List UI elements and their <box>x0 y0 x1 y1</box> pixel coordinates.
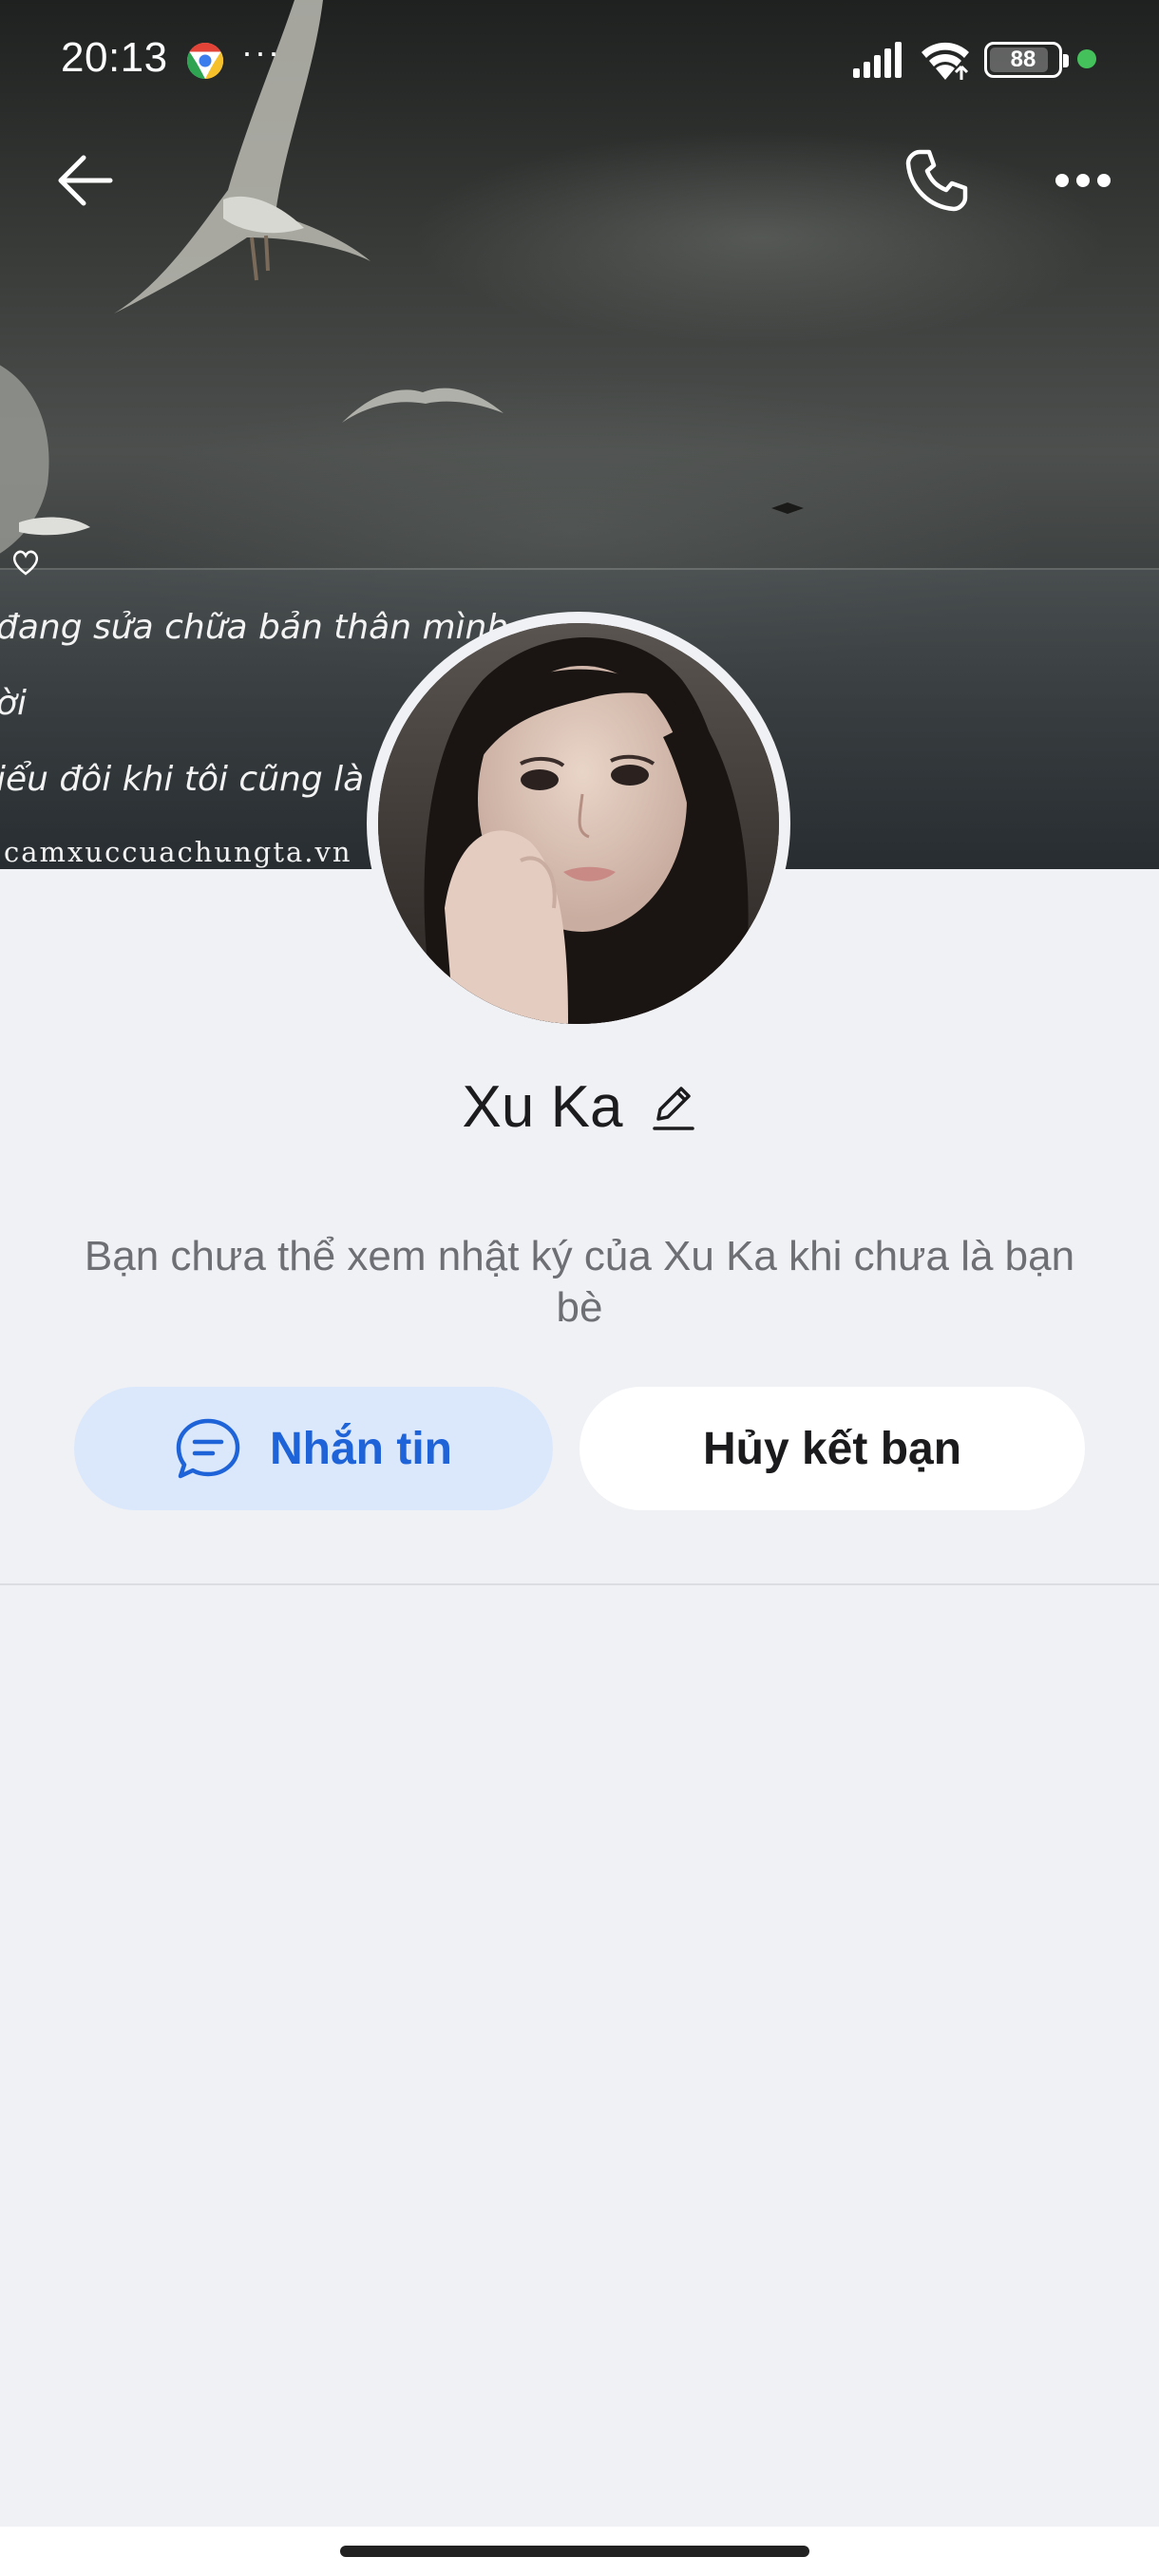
cover-watermark: camxuccuachungta.vn <box>4 836 352 868</box>
diary-privacy-notice: Bạn chưa thể xem nhật ký của Xu Ka khi c… <box>84 1233 1075 1331</box>
profile-name-row: Xu Ka <box>0 1073 1159 1141</box>
chat-bubble-icon <box>176 1418 240 1479</box>
avatar-ring <box>367 612 790 1035</box>
more-options-button[interactable] <box>1036 133 1130 228</box>
seagull-small-image <box>342 388 504 423</box>
avatar-photo <box>378 623 779 1024</box>
battery-icon: 88 <box>984 42 1069 78</box>
profile-name: Xu Ka <box>462 1074 623 1140</box>
section-divider <box>0 1583 1159 1585</box>
back-button[interactable] <box>38 133 133 228</box>
privacy-indicator-dot <box>1077 49 1096 68</box>
signal-icon <box>853 42 902 78</box>
distant-bird-image <box>771 502 804 514</box>
message-button-label: Nhắn tin <box>270 1423 452 1474</box>
heart-icon <box>12 550 39 576</box>
unfriend-button[interactable]: Hủy kết bạn <box>580 1387 1085 1510</box>
status-bar: 20:13 ··· 88 <box>0 0 1159 123</box>
cover-caption-line-3: iểu đôi khi tôi cũng là mộ <box>0 760 429 799</box>
wifi-icon <box>922 42 969 80</box>
edit-name-icon[interactable] <box>651 1083 696 1132</box>
back-arrow-icon <box>58 155 113 206</box>
call-button[interactable] <box>889 133 984 228</box>
status-more-icon: ··· <box>241 32 281 71</box>
more-horizontal-icon <box>1055 174 1111 187</box>
avatar[interactable] <box>378 623 779 1024</box>
top-nav <box>0 133 1159 237</box>
status-time: 20:13 <box>61 34 168 81</box>
profile-screen: đang sửa chữa bản thân mình, ời iểu đôi … <box>0 0 1159 2576</box>
battery-nub <box>1063 54 1069 67</box>
phone-call-icon <box>905 149 968 212</box>
cover-caption-line-1: đang sửa chữa bản thân mình, <box>0 608 520 647</box>
seagull-left-image <box>0 365 90 554</box>
cover-caption-line-2: ời <box>0 684 28 723</box>
battery-level: 88 <box>1010 47 1036 72</box>
cover-horizon <box>0 568 1159 570</box>
chrome-icon <box>186 42 224 80</box>
message-button[interactable]: Nhắn tin <box>74 1387 553 1510</box>
home-indicator[interactable] <box>340 2546 809 2557</box>
unfriend-button-label: Hủy kết bạn <box>702 1423 962 1474</box>
